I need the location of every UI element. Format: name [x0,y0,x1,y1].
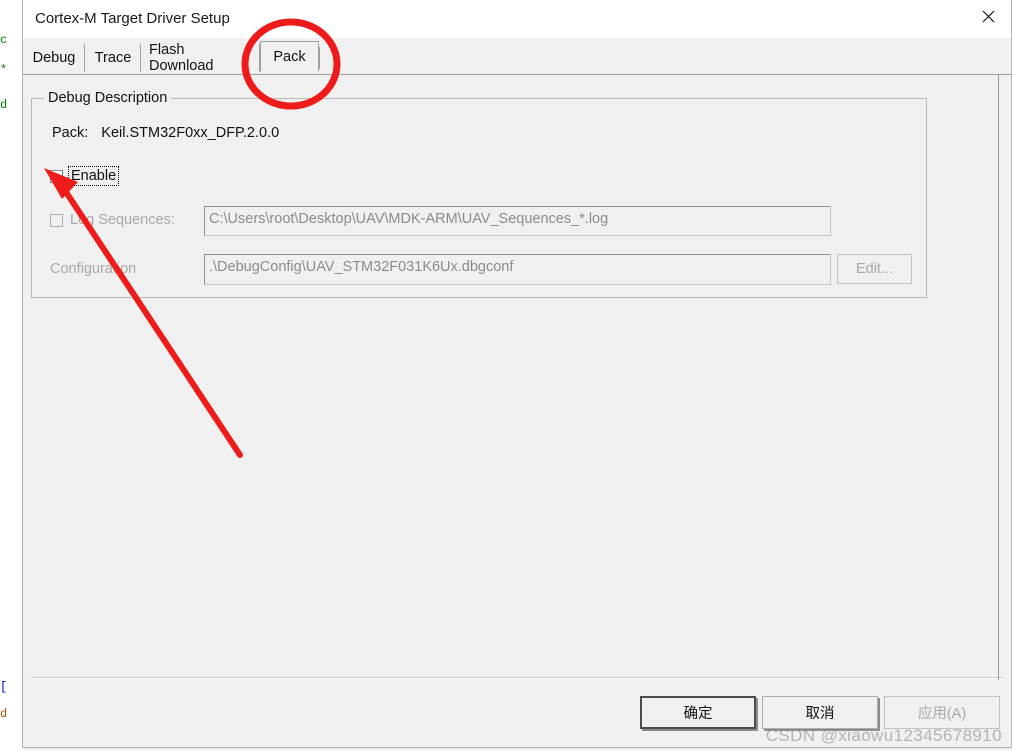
tab-pack[interactable]: Pack [260,41,319,72]
watermark: CSDN @xiaowu12345678910 [765,726,1002,745]
pack-row: Pack: Keil.STM32F0xx_DFP.2.0.0 [52,125,279,141]
background-code-line: d [0,98,8,112]
configuration-path-field: .\DebugConfig\UAV_STM32F031K6Ux.dbgconf [204,254,831,285]
tab-trace[interactable]: Trace [85,44,141,72]
background-code-editor: c * d [ d [0,0,24,750]
tab-strip: Debug Trace Flash Download Pack [23,38,1011,74]
configuration-edit-button: Edit... [837,254,912,284]
pack-value: Keil.STM32F0xx_DFP.2.0.0 [101,125,280,141]
tab-debug[interactable]: Debug [23,44,85,72]
background-code-line: [ [0,680,8,694]
screenshot-root: c * d [ d Cortex-M Target Driver Setup Debug… [0,0,1012,750]
configuration-label: Configuration [50,261,137,277]
enable-checkbox-row[interactable]: Enable [50,166,120,186]
background-code-line: c [0,33,8,47]
ok-button[interactable]: 确定 [640,696,756,729]
groupbox-title: Debug Description [44,90,172,106]
log-sequences-label: Log Sequences: [70,212,175,228]
footer-separator [31,677,1003,679]
log-sequences-checkbox [50,213,63,227]
pack-label: Pack: [52,125,89,141]
close-icon[interactable] [965,0,1011,33]
background-code-line: d [0,707,8,721]
dialog-titlebar: Cortex-M Target Driver Setup [23,0,1011,39]
tab-flash-download-label: Flash Download [149,42,214,74]
tab-flash-download[interactable]: Flash Download [141,42,260,74]
target-driver-setup-dialog: Cortex-M Target Driver Setup Debug Trace… [22,0,1012,748]
tab-trailing-divider [319,47,320,69]
tab-trace-label: Trace [94,50,132,66]
log-sequences-path-field: C:\Users\root\Desktop\UAV\MDK-ARM\UAV_Se… [204,206,831,236]
right-edge-separator [998,74,999,680]
tab-debug-label: Debug [32,50,76,66]
dialog-title: Cortex-M Target Driver Setup [35,10,230,27]
cancel-button[interactable]: 取消 [762,696,878,729]
enable-checkbox-label: Enable [67,166,120,186]
apply-button: 应用(A) [884,696,1000,729]
tab-pack-label: Pack [273,48,306,65]
debug-description-groupbox: Debug Description Pack: Keil.STM32F0xx_D… [31,90,927,298]
dialog-client-area: Debug Description Pack: Keil.STM32F0xx_D… [23,74,1011,747]
enable-checkbox[interactable] [50,169,63,183]
log-sequences-checkbox-row: Log Sequences: [50,212,175,228]
background-code-line: * [0,63,8,77]
